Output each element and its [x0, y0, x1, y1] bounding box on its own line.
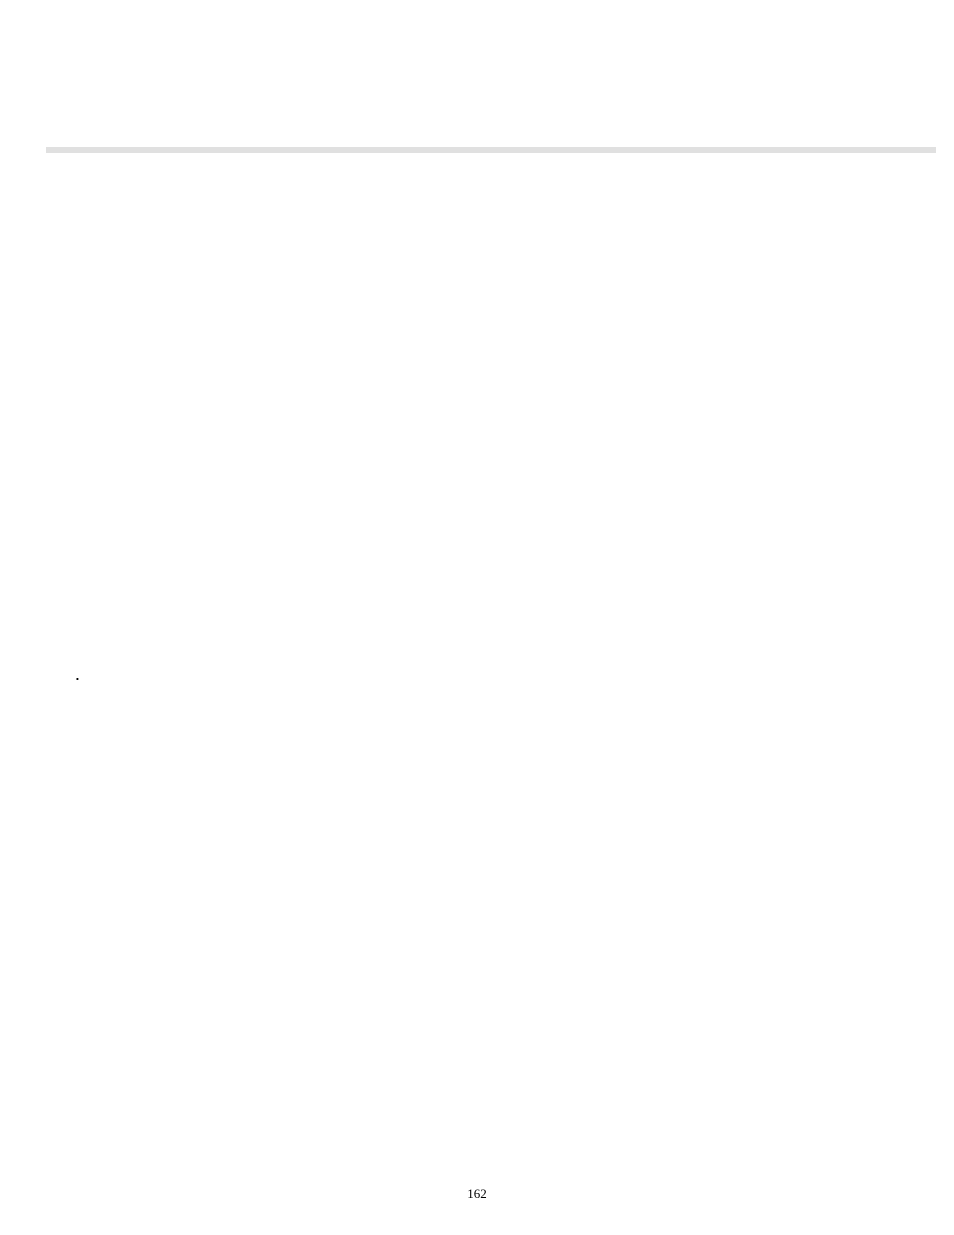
- page-number: 162: [0, 1186, 954, 1202]
- header-divider: [46, 147, 936, 153]
